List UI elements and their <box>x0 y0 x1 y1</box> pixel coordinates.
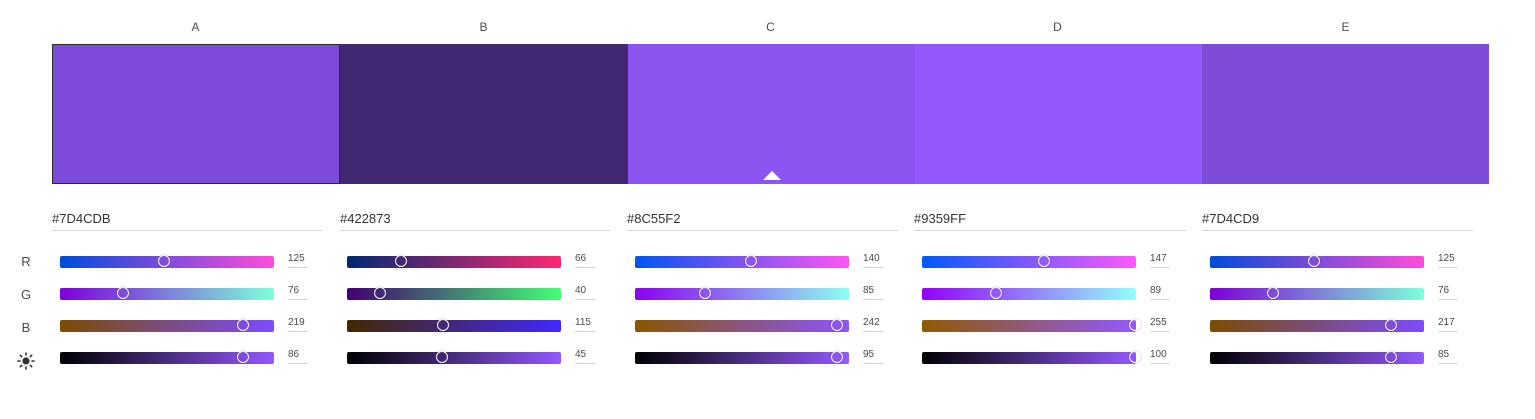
slider-thumb[interactable] <box>436 351 449 363</box>
slider-r-d[interactable] <box>922 255 1136 268</box>
slider-r-b[interactable] <box>347 255 561 268</box>
row-label-green: G <box>20 287 32 302</box>
slider-b-d[interactable] <box>922 319 1141 332</box>
slider-thumb[interactable] <box>237 351 250 363</box>
slider-g-e[interactable] <box>1210 287 1424 300</box>
value-field-r-d[interactable]: 147 <box>1150 253 1170 268</box>
value-field-brightness-c[interactable]: 95 <box>863 349 883 364</box>
column-label-b: B <box>479 20 488 34</box>
slider-thumb[interactable] <box>1307 255 1320 267</box>
value-field-b-b[interactable]: 115 <box>575 317 595 332</box>
slider-thumb[interactable] <box>1384 351 1397 363</box>
value-field-g-e[interactable]: 76 <box>1438 285 1458 300</box>
slider-thumb[interactable] <box>157 255 170 267</box>
slider-b-c[interactable] <box>635 319 849 332</box>
value-field-g-d[interactable]: 89 <box>1150 285 1170 300</box>
value-field-b-a[interactable]: 219 <box>288 317 308 332</box>
value-field-g-b[interactable]: 40 <box>575 285 595 300</box>
slider-thumb[interactable] <box>831 351 844 363</box>
row-label-blue: B <box>21 320 31 335</box>
slider-b-e[interactable] <box>1210 319 1424 332</box>
slider-thumb[interactable] <box>699 287 712 299</box>
slider-thumb[interactable] <box>745 255 758 267</box>
slider-thumb[interactable] <box>116 287 129 299</box>
value-field-r-e[interactable]: 125 <box>1438 253 1458 268</box>
hex-field-c[interactable]: #8C55F2 <box>627 209 898 231</box>
hex-field-b[interactable]: #422873 <box>340 209 610 231</box>
slider-thumb[interactable] <box>395 255 408 267</box>
column-label-a: A <box>191 20 200 34</box>
sun-icon <box>17 352 35 370</box>
value-field-r-b[interactable]: 66 <box>575 253 595 268</box>
value-field-brightness-e[interactable]: 85 <box>1438 349 1458 364</box>
value-field-b-c[interactable]: 242 <box>863 317 883 332</box>
value-field-b-d[interactable]: 255 <box>1150 317 1170 332</box>
slider-brightness-a[interactable] <box>60 351 274 364</box>
value-field-g-a[interactable]: 76 <box>288 285 308 300</box>
slider-g-d[interactable] <box>922 287 1136 300</box>
slider-brightness-e[interactable] <box>1210 351 1424 364</box>
slider-g-b[interactable] <box>347 287 561 300</box>
slider-brightness-d[interactable] <box>922 351 1141 364</box>
slider-thumb[interactable] <box>831 319 844 331</box>
hex-field-a[interactable]: #7D4CDB <box>52 209 322 231</box>
slider-brightness-b[interactable] <box>347 351 561 364</box>
row-label-red: R <box>21 254 31 269</box>
slider-b-a[interactable] <box>60 319 274 332</box>
slider-thumb[interactable] <box>373 287 386 299</box>
value-field-r-a[interactable]: 125 <box>288 253 308 268</box>
value-field-g-c[interactable]: 85 <box>863 285 883 300</box>
value-field-brightness-b[interactable]: 45 <box>575 349 595 364</box>
slider-thumb[interactable] <box>236 319 249 331</box>
value-field-r-c[interactable]: 140 <box>863 253 883 268</box>
color-swatch-e[interactable] <box>1202 44 1489 184</box>
color-swatch-d[interactable] <box>915 44 1202 184</box>
slider-r-c[interactable] <box>635 255 849 268</box>
value-field-brightness-d[interactable]: 100 <box>1150 349 1170 364</box>
color-swatch-c[interactable] <box>628 44 915 184</box>
column-label-e: E <box>1341 20 1350 34</box>
slider-thumb[interactable] <box>1129 351 1141 363</box>
hex-field-d[interactable]: #9359FF <box>914 209 1186 231</box>
slider-thumb[interactable] <box>1266 287 1279 299</box>
column-label-d: D <box>1053 20 1062 34</box>
hex-field-e[interactable]: #7D4CD9 <box>1202 209 1473 231</box>
color-swatch-a[interactable] <box>52 44 340 184</box>
slider-g-c[interactable] <box>635 287 849 300</box>
base-color-marker-icon <box>762 171 781 180</box>
slider-r-a[interactable] <box>60 255 274 268</box>
color-swatch-b[interactable] <box>340 44 628 184</box>
slider-thumb[interactable] <box>436 319 449 331</box>
value-field-b-e[interactable]: 217 <box>1438 317 1458 332</box>
slider-g-a[interactable] <box>60 287 274 300</box>
slider-thumb[interactable] <box>989 287 1002 299</box>
slider-r-e[interactable] <box>1210 255 1424 268</box>
slider-brightness-c[interactable] <box>635 351 849 364</box>
slider-b-b[interactable] <box>347 319 561 332</box>
column-label-c: C <box>766 20 775 34</box>
slider-thumb[interactable] <box>1038 255 1051 267</box>
slider-thumb[interactable] <box>1129 319 1141 331</box>
value-field-brightness-a[interactable]: 86 <box>288 349 308 364</box>
slider-thumb[interactable] <box>1385 319 1398 331</box>
